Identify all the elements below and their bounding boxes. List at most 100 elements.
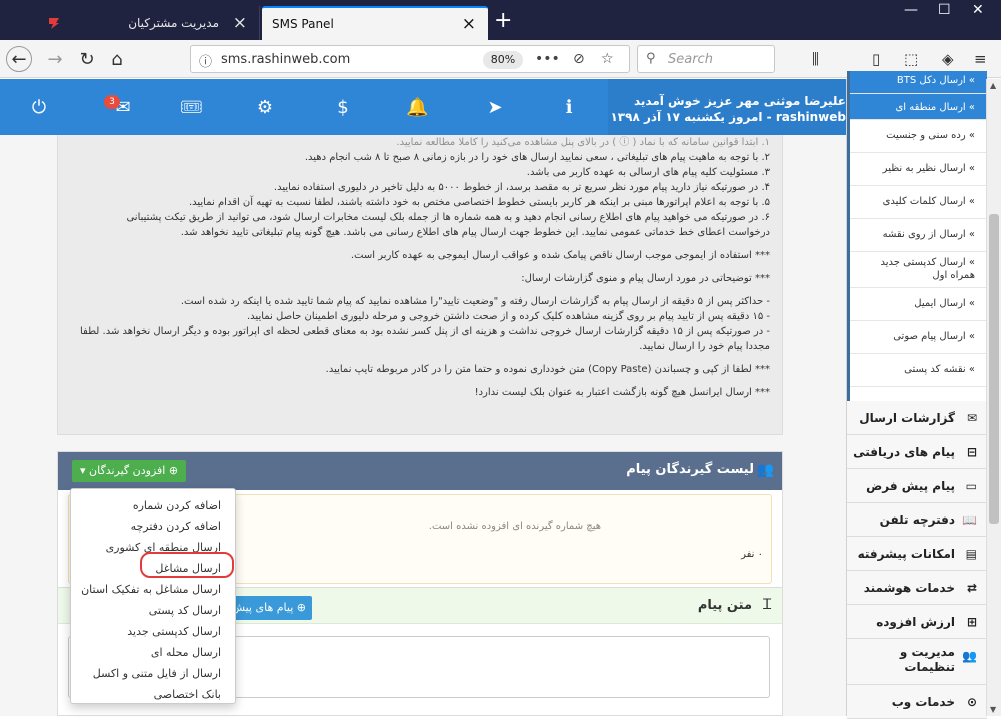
inbox-icon: ⊟ xyxy=(966,445,977,459)
screenshot-icon[interactable]: ⬚ xyxy=(904,50,918,68)
add-recipients-label: افزودن گیرندگان xyxy=(89,464,166,477)
dropdown-item[interactable]: ارسال کدپستی جدید xyxy=(71,621,235,642)
scroll-up-icon[interactable]: ▲ xyxy=(990,81,996,90)
sidebar-item-advanced[interactable]: ▤ امکانات پیشرفته xyxy=(847,537,987,571)
default-messages-label: پیام های پیش فرض xyxy=(234,601,294,614)
rule-line: ۴. در صورتیکه نیاز دارید پیام مورد نظر س… xyxy=(273,182,770,193)
scrollbar[interactable]: ▲ ▼ xyxy=(986,79,1001,716)
sidebar-item-label: امکانات پیشرفته xyxy=(857,547,955,561)
sidebar-item-management[interactable]: 👥 مدیریت و تنظیمات xyxy=(847,639,987,685)
submenu-item[interactable]: » ارسال از روی نقشه xyxy=(850,219,987,252)
dropdown-item[interactable]: اضافه کردن شماره xyxy=(71,495,235,516)
add-recipients-button[interactable]: ⊕ افزودن گیرندگان ▾ xyxy=(72,460,187,482)
sidebar: » ارسال دکل BTS » ارسال منطقه ای » رده س… xyxy=(846,71,987,719)
report-line: مجددا پیام خود را ارسال نمایید. xyxy=(639,341,770,352)
submenu-item[interactable]: » ارسال کلمات کلیدی xyxy=(850,186,987,219)
recipients-title: لیست گیرندگان پیام xyxy=(626,462,754,477)
sidebar-item-smart-services[interactable]: ⇄ خدمات هوشمند xyxy=(847,571,987,605)
rule-line: ۶. در صورتیکه می خواهید پیام های اطلاع ر… xyxy=(126,212,770,223)
rule-line: ۳. مسئولیت کلیه پیام های ارسالی به عهده … xyxy=(526,167,770,178)
rule-line: درخواست اعطای خط خدماتی عمومی نمایید. ای… xyxy=(180,227,770,238)
submenu-item[interactable]: » ارسال نظیر به نظیر xyxy=(850,153,987,186)
sidebar-item-inbox[interactable]: ⊟ پیام های دریافتی xyxy=(847,435,987,469)
sidebar-item-value-added[interactable]: ⊞ ارزش افزوده xyxy=(847,605,987,639)
envelope-icon: ✉ xyxy=(966,411,977,425)
emoji-note: *** استفاده از ایموجی موجب ارسال ناقص پی… xyxy=(350,250,770,261)
file-icon: ▭ xyxy=(965,479,977,493)
rule-line: ۱. ابتدا قوانین سامانه که با نماد ( ⓘ ) … xyxy=(396,137,770,148)
zoom-level[interactable]: 80% xyxy=(483,51,523,69)
sidebar-item-default-messages[interactable]: ▭ پیام پیش فرض xyxy=(847,469,987,503)
dropdown-item[interactable]: بانک اختصاصی xyxy=(71,684,235,705)
tab-subscribers[interactable]: مدیریت مشترکیان × xyxy=(34,6,260,40)
sidebar-item-phonebook[interactable]: 📖 دفترچه تلفن xyxy=(847,503,987,537)
submenu-item[interactable]: » ارسال کدپستی جدید همراه اول xyxy=(850,252,987,288)
empty-recipients-text: هیچ شماره گیرنده ای افزوده نشده است. xyxy=(428,521,601,532)
sidebar-item-label: خدمات وب xyxy=(891,695,955,709)
dollar-icon[interactable]: $ xyxy=(332,97,354,118)
url-bar[interactable]: ⓘ sms.rashinweb.com 80% ••• ⊘ ☆ xyxy=(190,45,630,73)
submenu-item[interactable]: » ارسال دکل BTS xyxy=(850,71,987,94)
recipients-count: ۰ نفر xyxy=(741,549,763,560)
dropdown-item[interactable]: اضافه کردن دفترچه xyxy=(71,516,235,537)
tab-close-icon[interactable]: × xyxy=(233,13,247,33)
sidebar-item-label: پیام های دریافتی xyxy=(853,445,955,459)
maximize-icon[interactable]: ☐ xyxy=(938,2,951,18)
submenu-item[interactable]: » ارسال منطقه ای xyxy=(850,94,987,120)
forward-icon[interactable]: → xyxy=(42,46,68,72)
search-placeholder: Search xyxy=(668,52,713,67)
date-line: rashinweb - امروز یکشنبه ۱۷ آذر ۱۳۹۸ xyxy=(610,110,846,124)
sidebar-toggle-icon[interactable]: ▯ xyxy=(872,50,880,68)
info-icon[interactable]: ℹ xyxy=(558,97,580,118)
plus-square-icon: ⊞ xyxy=(966,615,977,629)
library-icon[interactable]: ⫼ xyxy=(812,50,819,68)
sidebar-item-label: مدیریت و تنظیمات xyxy=(899,645,955,674)
dropdown-item[interactable]: ارسال محله ای xyxy=(71,642,235,663)
sidebar-submenu: » ارسال دکل BTS » ارسال منطقه ای » رده س… xyxy=(847,71,987,401)
text-height-icon: Ꮖ xyxy=(762,597,772,613)
users-icon: 👥 xyxy=(962,649,977,663)
plus-circle-icon: ⊕ xyxy=(293,601,306,614)
bookmark-star-icon[interactable]: ☆ xyxy=(601,51,614,67)
send-icon[interactable]: ➤ xyxy=(484,97,506,118)
reload-icon[interactable]: ↻ xyxy=(74,46,100,72)
search-box[interactable]: ⚲ Search xyxy=(637,45,775,73)
dropdown-item[interactable]: ارسال از فایل متنی و اکسل xyxy=(71,663,235,684)
scrollbar-thumb[interactable] xyxy=(989,214,999,524)
rule-line: ۲. با توجه به ماهیت پیام های تبلیغاتی ، … xyxy=(304,152,770,163)
submenu-item[interactable]: » ارسال ایمیل xyxy=(850,288,987,321)
submenu-item[interactable]: » ارسال پیام صوتی xyxy=(850,321,987,354)
minimize-icon[interactable]: — xyxy=(904,2,918,18)
new-tab-icon[interactable]: + xyxy=(494,8,512,33)
tab-sms-panel[interactable]: SMS Panel × xyxy=(262,6,488,40)
recipients-header: 👥 لیست گیرندگان پیام ⊕ افزودن گیرندگان ▾ xyxy=(58,452,782,490)
close-window-icon[interactable]: ✕ xyxy=(972,2,984,18)
bell-icon[interactable]: 🔔 xyxy=(406,97,428,118)
plus-circle-icon: ⊕ xyxy=(165,464,179,477)
tab-close-icon[interactable]: × xyxy=(462,14,476,34)
submenu-item[interactable]: » رده سنی و جنسیت xyxy=(850,120,987,153)
pocket-icon[interactable]: ⊘ xyxy=(573,51,585,67)
more-icon[interactable]: ••• xyxy=(535,51,560,67)
gear-icon[interactable]: ⚙ xyxy=(254,97,276,118)
dropdown-item[interactable]: ارسال کد پستی xyxy=(71,600,235,621)
power-icon[interactable]: ⏻ xyxy=(28,97,50,118)
dropdown-item[interactable]: ارسال مشاغل به تفکیک استان xyxy=(71,579,235,600)
site-favicon-icon xyxy=(46,15,62,31)
extension-icon[interactable]: ◈ xyxy=(942,50,954,68)
ticket-icon[interactable]: 🎟 xyxy=(180,97,203,118)
sidebar-item-web-services[interactable]: ⊙ خدمات وب xyxy=(847,685,987,719)
default-messages-button[interactable]: ⊕ پیام های پیش فرض xyxy=(234,596,312,620)
message-title: متن پیام xyxy=(697,598,752,613)
scroll-down-icon[interactable]: ▼ xyxy=(990,705,996,714)
submenu-item[interactable]: » نقشه کد پستی xyxy=(850,354,987,387)
info-icon[interactable]: ⓘ xyxy=(199,51,212,70)
home-icon[interactable]: ⌂ xyxy=(104,46,130,72)
tab-label: SMS Panel xyxy=(272,17,334,31)
chevron-circle-icon: ⊙ xyxy=(966,695,977,709)
url-text: sms.rashinweb.com xyxy=(221,52,351,67)
menu-icon[interactable]: ≡ xyxy=(974,50,987,68)
welcome-text: علیرضا موثنی مهر عزیز خوش آمدید rashinwe… xyxy=(610,93,846,125)
back-icon[interactable]: ← xyxy=(6,46,32,72)
sidebar-item-reports[interactable]: ✉ گزارشات ارسال xyxy=(847,401,987,435)
